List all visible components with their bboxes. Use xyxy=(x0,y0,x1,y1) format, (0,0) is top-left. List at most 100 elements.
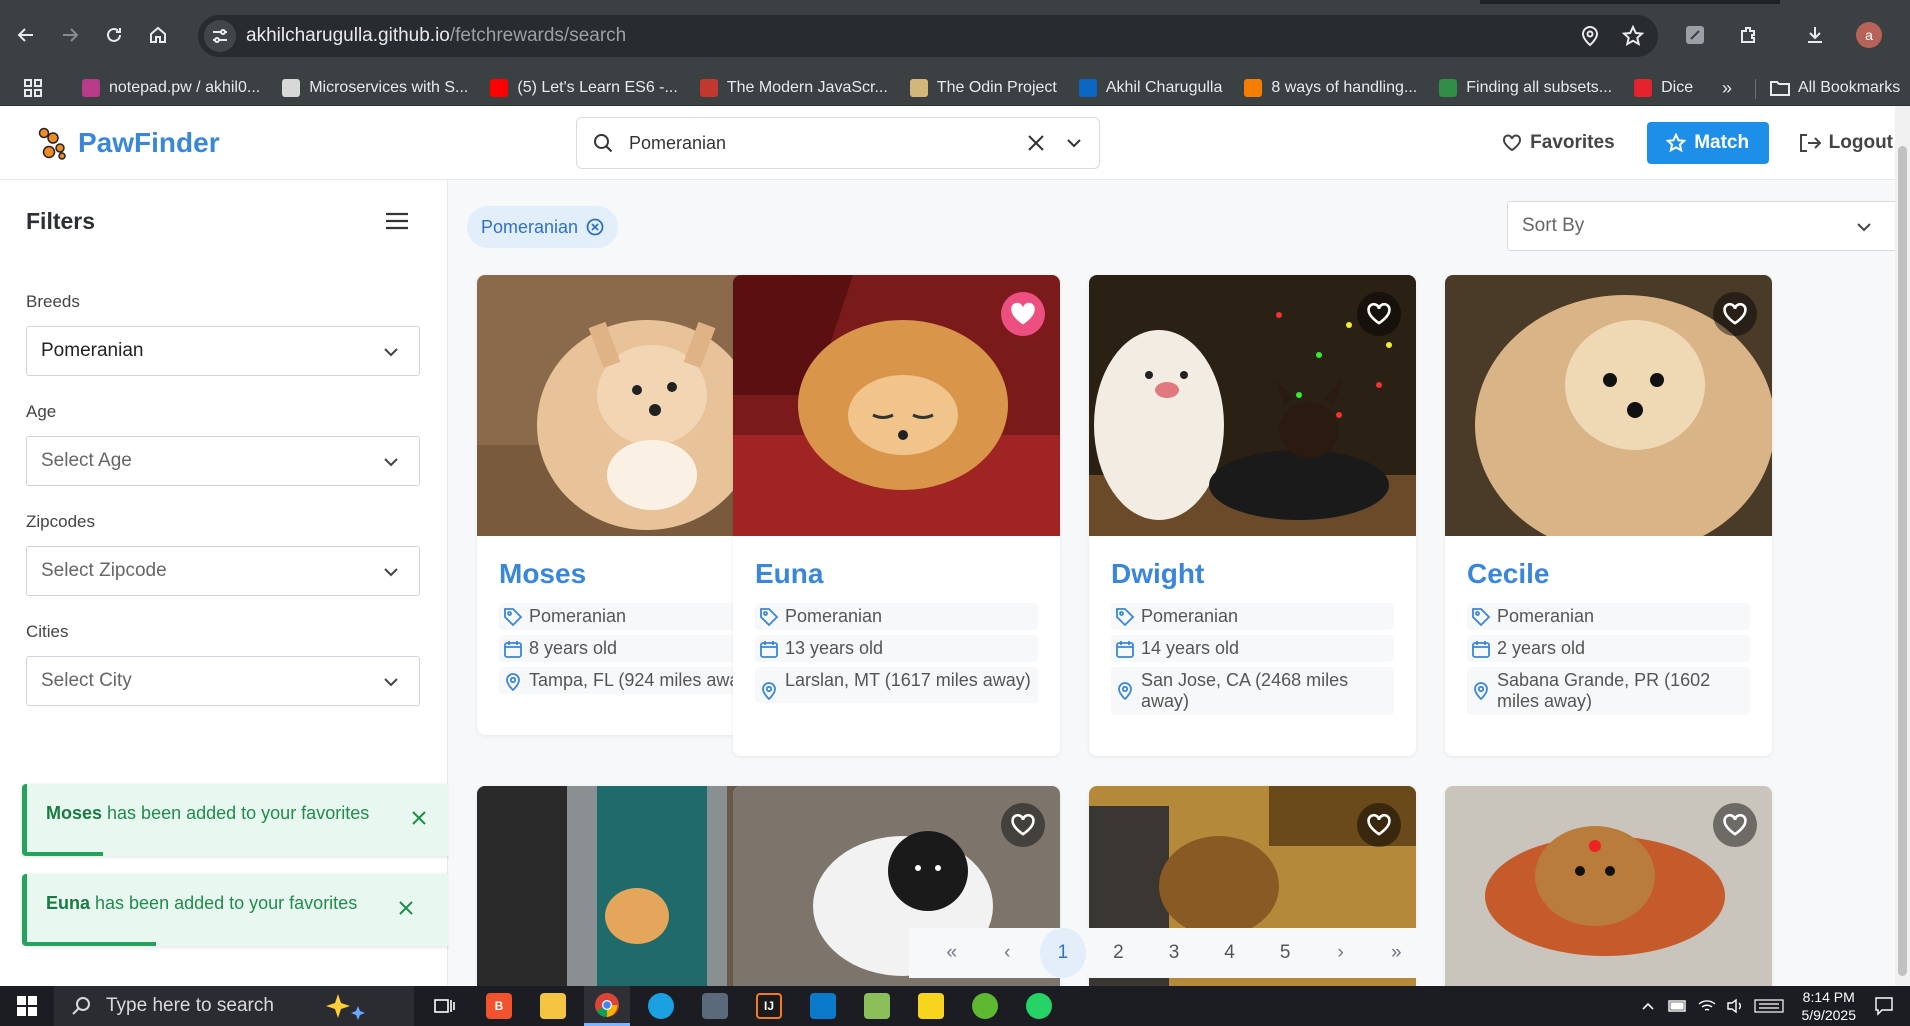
match-button[interactable]: Match xyxy=(1646,122,1769,164)
logout-button[interactable]: Logout xyxy=(1799,132,1893,154)
bookmark-item[interactable]: Akhil Charugulla xyxy=(1071,73,1231,103)
first-page-button[interactable]: « xyxy=(929,928,975,978)
taskbar-app-spring[interactable] xyxy=(962,986,1008,1026)
dog-card[interactable]: Euna Pomeranian 13 years old Larslan, MT… xyxy=(733,275,1060,756)
notifications-icon[interactable] xyxy=(1874,996,1894,1016)
extension-button[interactable] xyxy=(1678,18,1712,52)
url-host: akhilcharugulla.github.io xyxy=(246,25,450,46)
next-page-button[interactable]: › xyxy=(1318,928,1364,978)
favorite-button[interactable] xyxy=(1357,292,1401,336)
location-pin-icon[interactable] xyxy=(1580,25,1600,47)
last-page-button[interactable]: » xyxy=(1374,928,1420,978)
bookmark-item[interactable]: Dice xyxy=(1626,73,1701,103)
close-icon[interactable] xyxy=(409,808,429,828)
age-text: 8 years old xyxy=(529,638,618,658)
taskbar-app-explorer[interactable] xyxy=(530,986,576,1026)
forward-button[interactable] xyxy=(48,13,92,57)
apps-grid-icon xyxy=(24,78,42,97)
favorite-button[interactable] xyxy=(1357,803,1401,847)
bookmark-item[interactable]: notepad.pw / akhil0... xyxy=(74,73,268,103)
apps-button[interactable] xyxy=(18,73,48,103)
close-icon[interactable] xyxy=(1025,132,1047,154)
sort-select[interactable]: Sort By xyxy=(1507,201,1895,251)
home-button[interactable] xyxy=(136,13,180,57)
start-button[interactable] xyxy=(0,986,54,1026)
age-select[interactable]: Select Age xyxy=(26,436,420,486)
city-select[interactable]: Select City xyxy=(26,656,420,706)
breed-search-input[interactable]: Pomeranian xyxy=(576,117,1100,169)
bookmark-label: Dice xyxy=(1661,78,1694,96)
heart-outline-icon xyxy=(1011,813,1035,836)
menu-icon[interactable] xyxy=(385,212,409,230)
bookmark-item[interactable]: Microservices with S... xyxy=(274,73,476,103)
heart-outline-icon xyxy=(1723,813,1747,836)
bookmark-item[interactable]: The Odin Project xyxy=(902,73,1065,103)
bookmark-item[interactable]: Finding all subsets... xyxy=(1431,73,1620,103)
zipcode-select[interactable]: Select Zipcode xyxy=(26,546,420,596)
page-button-1[interactable]: 1 xyxy=(1040,928,1086,978)
dog-name[interactable]: Dwight xyxy=(1111,558,1204,590)
prev-page-button[interactable]: ‹ xyxy=(985,928,1031,978)
page-button-2[interactable]: 2 xyxy=(1096,928,1142,978)
dog-card[interactable]: Dwight Pomeranian 14 years old San Jose,… xyxy=(1089,275,1416,756)
bookmark-list: notepad.pw / akhil0... Microservices with… xyxy=(68,73,1701,103)
favorite-button[interactable] xyxy=(1001,292,1045,336)
downloads-button[interactable] xyxy=(1798,18,1832,52)
breed-text: Pomeranian xyxy=(785,606,883,626)
bookmark-item[interactable]: (5) Let's Learn ES6 -... xyxy=(482,73,685,103)
site-info-button[interactable] xyxy=(204,20,236,52)
wifi-icon[interactable] xyxy=(1698,998,1716,1014)
favorite-button[interactable] xyxy=(1713,803,1757,847)
taskbar-app-intellij[interactable]: IJ xyxy=(746,986,792,1026)
breeds-select[interactable]: Pomeranian xyxy=(26,326,420,376)
taskbar-app-edge[interactable] xyxy=(638,986,684,1026)
close-icon[interactable] xyxy=(396,898,416,918)
page-button-3[interactable]: 3 xyxy=(1151,928,1197,978)
star-icon[interactable] xyxy=(1622,25,1644,47)
arrow-left-icon xyxy=(17,28,33,42)
reload-button[interactable] xyxy=(92,13,136,57)
browser-toolbar: akhilcharugulla.github.io/fetchrewards/s… xyxy=(0,0,1910,70)
chevron-up-icon[interactable] xyxy=(1640,998,1656,1014)
battery-icon[interactable] xyxy=(1667,999,1688,1013)
taskbar-app-sticky-notes[interactable] xyxy=(908,986,954,1026)
favorite-button[interactable] xyxy=(1001,803,1045,847)
taskbar-search[interactable]: Type here to search xyxy=(54,986,414,1026)
profile-button[interactable]: a xyxy=(1852,18,1886,52)
clock-date: 5/9/2025 xyxy=(1801,1007,1857,1023)
page-button-5[interactable]: 5 xyxy=(1262,928,1308,978)
close-circle-icon[interactable] xyxy=(586,218,604,236)
taskbar-app-vscode[interactable] xyxy=(800,986,846,1026)
extensions-menu-button[interactable] xyxy=(1732,18,1766,52)
favorites-button[interactable]: Favorites xyxy=(1502,132,1615,154)
breed-filter-chip[interactable]: Pomeranian xyxy=(467,206,619,248)
bookmark-item[interactable]: 8 ways of handling... xyxy=(1236,73,1425,103)
all-bookmarks-button[interactable]: All Bookmarks xyxy=(1770,73,1900,103)
volume-icon[interactable] xyxy=(1726,998,1744,1014)
bookmark-item[interactable]: The Modern JavaScr... xyxy=(692,73,896,103)
favorite-button[interactable] xyxy=(1713,292,1757,336)
address-bar[interactable]: akhilcharugulla.github.io/fetchrewards/s… xyxy=(198,15,1658,57)
taskbar-app-notepad[interactable] xyxy=(854,986,900,1026)
dog-name[interactable]: Cecile xyxy=(1467,558,1550,590)
taskbar-app-chrome[interactable] xyxy=(584,986,630,1026)
brand-logo[interactable]: PawFinder xyxy=(36,126,220,160)
system-clock[interactable]: 8:14 PM 5/9/2025 xyxy=(1802,988,1857,1024)
dog-name[interactable]: Euna xyxy=(755,558,823,590)
dog-name[interactable]: Moses xyxy=(499,558,586,590)
taskbar-app-brave[interactable]: B xyxy=(476,986,522,1026)
dog-card[interactable]: Cecile Pomeranian 2 years old Sabana Gra… xyxy=(1445,275,1772,756)
chrome-menu-button[interactable] xyxy=(1906,18,1910,52)
task-view-button[interactable] xyxy=(422,986,468,1026)
taskbar-app-whatsapp[interactable] xyxy=(1016,986,1062,1026)
keyboard-icon[interactable] xyxy=(1753,998,1784,1014)
dog-card[interactable] xyxy=(1445,786,1772,986)
chevron-down-icon[interactable] xyxy=(1063,132,1085,154)
page-scrollbar[interactable] xyxy=(1895,106,1910,986)
more-bookmarks-button[interactable]: » xyxy=(1712,73,1742,103)
back-button[interactable] xyxy=(4,13,48,57)
zipcodes-label: Zipcodes xyxy=(26,512,95,531)
scrollbar-thumb[interactable] xyxy=(1898,146,1907,976)
page-button-4[interactable]: 4 xyxy=(1207,928,1253,978)
taskbar-app-calculator[interactable] xyxy=(692,986,738,1026)
